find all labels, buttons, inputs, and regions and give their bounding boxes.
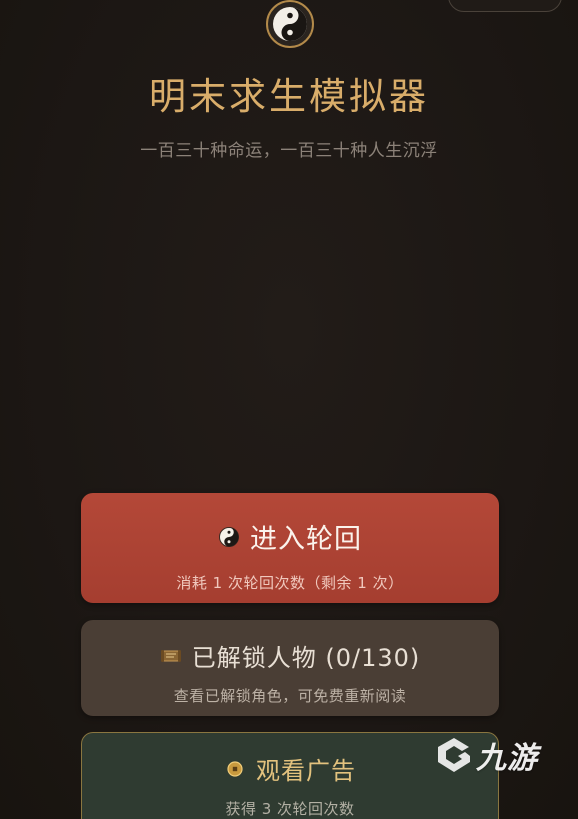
taiji-icon xyxy=(266,0,314,48)
unlocked-characters-button[interactable]: 已解锁人物 (0/130) 查看已解锁角色，可免费重新阅读 xyxy=(81,620,499,716)
ad-button-subtext: 获得 3 次轮回次数 xyxy=(225,800,355,818)
unlocked-button-subtext: 查看已解锁角色，可免费重新阅读 xyxy=(173,687,407,705)
enter-button-label: 进入轮回 xyxy=(250,524,362,555)
page-subtitle: 一百三十种命运，一百三十种人生沉浮 xyxy=(140,141,438,161)
enter-reincarnation-button[interactable]: 进入轮回 消耗 1 次轮回次数（剩余 1 次） xyxy=(81,493,499,603)
watermark-text: 九游 xyxy=(476,741,538,776)
top-right-pill-button[interactable] xyxy=(448,0,562,12)
app-screen: 明末求生模拟器 一百三十种命运，一百三十种人生沉浮 进入轮回 消耗 1 次轮回次… xyxy=(0,0,578,819)
unlocked-button-label: 已解锁人物 (0/130) xyxy=(191,644,421,672)
page-title: 明末求生模拟器 xyxy=(149,75,429,118)
jiuyou-logo-icon xyxy=(438,738,470,772)
ad-button-label: 观看广告 xyxy=(256,757,356,785)
jiuyou-watermark: 九游 xyxy=(434,733,538,777)
taiji-icon xyxy=(219,526,239,547)
enter-button-subtext: 消耗 1 次轮回次数（剩余 1 次） xyxy=(176,574,404,592)
scroll-icon xyxy=(160,649,181,662)
coin-icon xyxy=(227,760,243,777)
